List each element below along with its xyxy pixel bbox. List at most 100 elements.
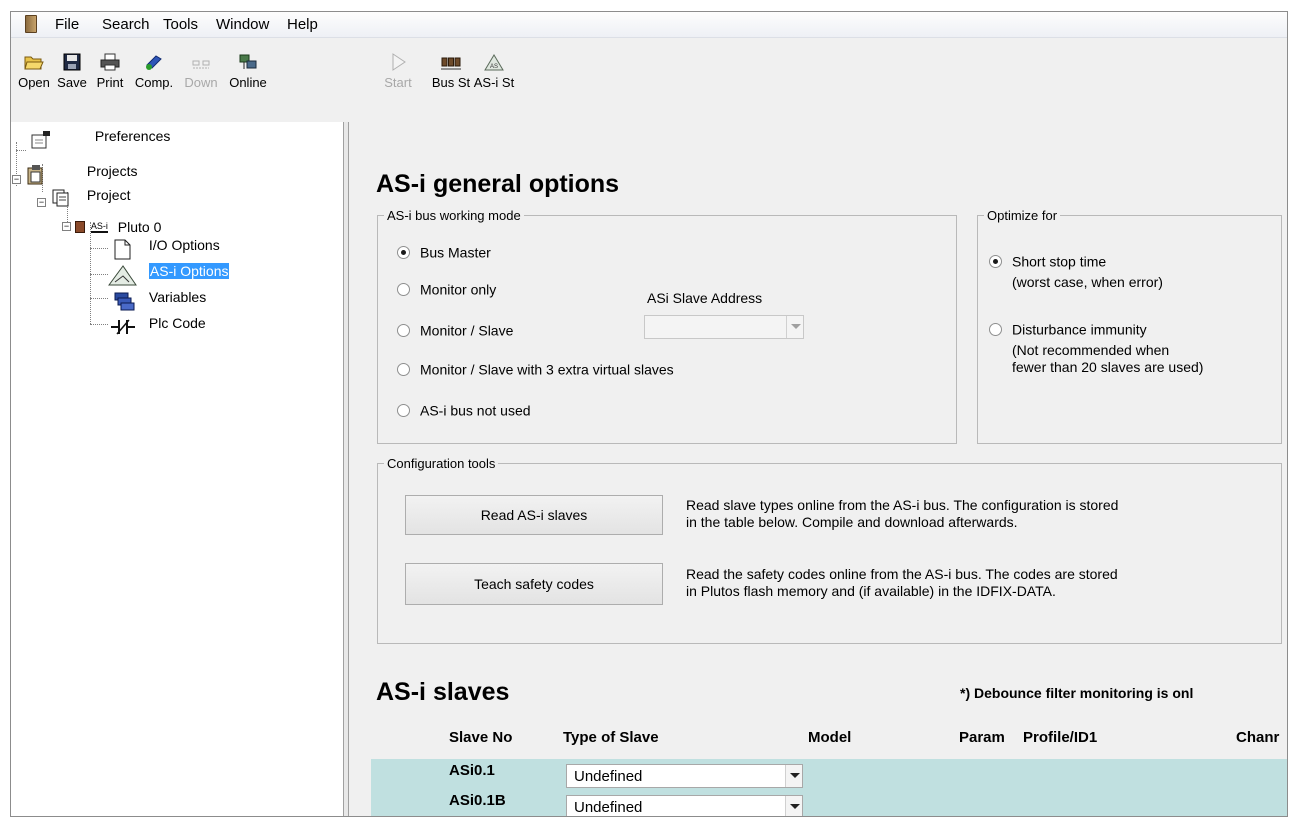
menu-search[interactable]: Search [102,16,150,33]
menu-window[interactable]: Window [216,16,269,33]
radio-label: Disturbance immunity [1012,321,1147,338]
teach-safety-codes-label: Teach safety codes [474,576,594,592]
print-label: Print [96,75,124,90]
slave-type-value: Undefined [574,799,643,816]
column-param: Param [959,729,1005,746]
bus-mode-legend: AS-i bus working mode [387,208,521,223]
projects-collapse-toggle[interactable]: − [12,175,21,184]
radio-monitor-slave-virtual[interactable]: Monitor / Slave with 3 extra virtual sla… [397,360,674,377]
teach-safety-codes-button[interactable]: Teach safety codes [405,563,663,605]
save-button[interactable]: Save [55,53,89,93]
radio-bus-not-used[interactable]: AS-i bus not used [397,401,531,418]
preferences-icon [31,131,50,149]
teach-description-line1: Read the safety codes online from the AS… [686,566,1118,582]
column-model: Model [808,729,852,746]
variables-icon [114,292,135,311]
asi-warning-icon [108,265,137,286]
radio-monitor-slave[interactable]: Monitor / Slave [397,321,513,338]
column-type-of-slave: Type of Slave [563,729,659,746]
download-label: Down [184,75,218,90]
online-button[interactable]: Online [225,53,271,93]
slave-type-select[interactable]: Undefined [566,764,803,788]
slave-type-select[interactable]: Undefined [566,795,803,816]
pluto-collapse-toggle[interactable]: − [62,222,71,231]
ladder-contact-icon [111,319,135,335]
tree-label-preferences: Preferences [94,128,171,144]
tree-item-pluto[interactable]: AS-i Pluto 0 [75,218,161,235]
project-collapse-toggle[interactable]: − [37,198,46,207]
tree-item-asi-options[interactable]: AS-i Options [107,263,230,286]
compile-button[interactable]: Comp. [133,53,175,93]
online-label: Online [229,75,267,90]
menu-file[interactable]: File [55,16,79,33]
radio-indicator [397,245,410,259]
slave-no-cell: ASi0.1 [449,762,495,779]
page-title: AS-i general options [376,170,620,198]
radio-label: Bus Master [420,244,491,261]
menu-bar: File Search Tools Window Help [11,12,1287,38]
column-slave-no: Slave No [449,729,513,746]
radio-label: Monitor / Slave [420,322,514,339]
debounce-note: *) Debounce filter monitoring is onl [960,685,1194,701]
tree-item-variables[interactable]: Variables [107,289,207,312]
read-description-line2: in the table below. Compile and download… [686,514,1018,530]
app-icon[interactable] [25,15,37,33]
tree-item-plc-code[interactable]: Plc Code [107,315,206,338]
slave-no-cell: ASi0.1B [449,792,506,809]
tree-item-project[interactable]: Project [51,187,130,208]
print-button[interactable]: Print [93,53,127,93]
tree-item-projects[interactable]: Projects [25,163,137,186]
read-asi-slaves-button[interactable]: Read AS-i slaves [405,495,663,535]
menu-tools[interactable]: Tools [163,16,198,33]
project-documents-icon [52,189,69,207]
optimize-legend: Optimize for [987,208,1058,223]
tree-item-io-options[interactable]: I/O Options [107,237,220,260]
column-profile-id1: Profile/ID1 [1023,729,1098,746]
radio-label: Monitor only [420,281,497,298]
radio-bus-master[interactable]: Bus Master [397,243,491,260]
radio-indicator [397,323,410,337]
disturbance-note-line1: (Not recommended when [1012,342,1170,358]
configuration-tools-group: Configuration tools [377,456,1282,644]
asi-status-icon: AS [484,54,504,71]
configuration-tools-legend: Configuration tools [387,456,496,471]
menu-help[interactable]: Help [287,16,318,33]
project-tree: Preferences − Projects − Project − AS-i [11,122,344,816]
blank-document-icon [114,239,131,260]
slave-address-select[interactable] [644,315,804,339]
radio-indicator [989,322,1002,336]
download-button: Down [181,53,221,93]
open-button[interactable]: Open [17,53,51,93]
slave-address-label: ASi Slave Address [647,290,763,306]
tree-label-asi-options: AS-i Options [148,263,230,279]
application-window: File Search Tools Window Help Open Save [10,11,1288,817]
radio-indicator [989,254,1002,268]
options-panel: AS-i general options AS-i bus working mo… [348,122,1287,816]
compile-label: Comp. [134,75,174,90]
radio-label: AS-i bus not used [420,402,531,419]
open-label: Open [18,75,50,90]
bus-status-button[interactable]: Bus St [431,53,471,93]
svg-text:AS: AS [490,64,498,70]
disturbance-note-line2: fewer than 20 slaves are used) [1012,359,1204,375]
radio-short-stop-time[interactable]: Short stop time [989,252,1106,269]
slave-type-value: Undefined [574,768,643,785]
tree-item-preferences[interactable]: Preferences [29,128,171,150]
compile-icon [146,55,162,70]
radio-monitor-only[interactable]: Monitor only [397,280,496,297]
chevron-down-icon [785,796,802,816]
tree-label-variables: Variables [148,289,207,305]
download-icon [192,60,210,69]
radio-disturbance-immunity[interactable]: Disturbance immunity [989,320,1147,337]
read-asi-slaves-label: Read AS-i slaves [480,507,588,523]
toolbar: Open Save Print Comp. Down Online Start … [11,39,1287,121]
save-disk-icon [63,53,81,71]
read-description-line1: Read slave types online from the AS-i bu… [686,497,1119,513]
asi-status-button[interactable]: AS AS-i St [474,53,514,93]
pluto-device-icon [75,221,85,234]
radio-label: Short stop time [1012,253,1107,270]
asi-status-label: AS-i St [473,75,515,90]
printer-icon [100,53,120,71]
radio-label: Monitor / Slave with 3 extra virtual sla… [420,361,674,378]
online-icon [239,54,257,69]
